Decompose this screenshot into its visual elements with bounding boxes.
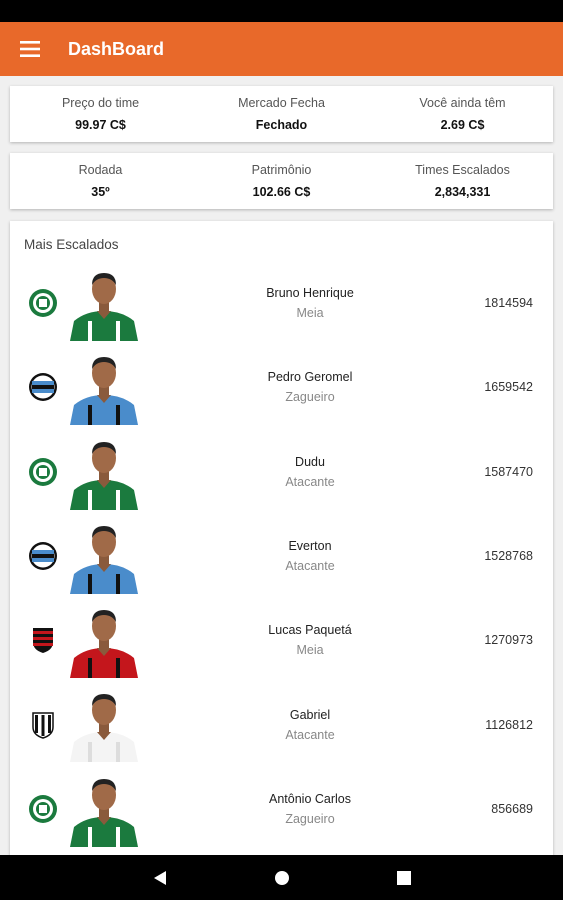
- player-photo: [66, 602, 142, 679]
- most-picked-card: Mais Escalados Bruno Henrique Meia 1814594…: [10, 221, 553, 861]
- player-info: Dudu Atacante: [200, 455, 420, 489]
- back-triangle-icon[interactable]: [148, 866, 172, 890]
- stat-value: 99.97 C$: [75, 118, 126, 132]
- player-position: Zagueiro: [285, 811, 335, 826]
- player-position: Atacante: [285, 559, 335, 574]
- player-row[interactable]: Gabriel Atacante 1126812: [10, 682, 553, 766]
- player-row[interactable]: Pedro Geromel Zagueiro 1659542: [10, 345, 553, 429]
- pick-count: 1587470: [484, 464, 533, 479]
- player-photo: [66, 771, 142, 847]
- player-photo: [66, 686, 142, 763]
- player-info: Lucas Paquetá Meia: [200, 623, 420, 657]
- player-info: Antônio Carlos Zagueiro: [200, 792, 420, 826]
- pick-count: 856689: [491, 801, 533, 816]
- stat-remaining: Você ainda têm 2.69 C$: [372, 86, 553, 142]
- stat-label: Você ainda têm: [419, 96, 506, 110]
- player-position: Meia: [296, 306, 324, 321]
- player-row[interactable]: Everton Atacante 1528768: [10, 514, 553, 598]
- stat-value: 102.66 C$: [252, 185, 311, 199]
- player-row[interactable]: Bruno Henrique Meia 1814594: [10, 261, 553, 345]
- stat-value: 2.69 C$: [440, 118, 485, 132]
- player-position: Meia: [296, 643, 324, 658]
- player-row[interactable]: Dudu Atacante 1587470: [10, 430, 553, 514]
- player-name: Bruno Henrique: [266, 286, 354, 301]
- player-info: Pedro Geromel Zagueiro: [200, 370, 420, 404]
- pick-count: 1270973: [484, 633, 533, 648]
- system-nav-bar: [0, 855, 563, 900]
- santos-crest-icon: [28, 710, 58, 740]
- player-photo: [66, 349, 142, 426]
- stat-value: 35º: [91, 185, 110, 199]
- status-bar: [0, 0, 563, 22]
- stats-card-2: Rodada 35º Patrimônio 102.66 C$ Times Es…: [10, 153, 553, 209]
- palmeiras-crest-icon: [28, 794, 58, 824]
- player-name: Antônio Carlos: [269, 791, 351, 806]
- pick-count: 1814594: [484, 296, 533, 311]
- app-bar: DashBoard: [0, 22, 563, 76]
- stats-card-1: Preço do time 99.97 C$ Mercado Fecha Fec…: [10, 86, 553, 142]
- stat-round: Rodada 35º: [10, 153, 191, 209]
- page-title: DashBoard: [68, 38, 165, 59]
- player-position: Zagueiro: [285, 390, 335, 405]
- stat-label: Times Escalados: [415, 163, 510, 177]
- player-position: Atacante: [285, 474, 335, 489]
- player-info: Everton Atacante: [200, 539, 420, 573]
- stat-label: Patrimônio: [251, 163, 312, 177]
- pick-count: 1528768: [484, 549, 533, 564]
- hamburger-menu-icon[interactable]: [0, 22, 60, 76]
- stat-label: Mercado Fecha: [238, 96, 325, 110]
- stat-value: Fechado: [255, 118, 308, 132]
- pick-count: 1659542: [484, 380, 533, 395]
- stat-market-close: Mercado Fecha Fechado: [191, 86, 372, 142]
- player-photo: [66, 265, 142, 341]
- player-position: Atacante: [285, 727, 335, 742]
- player-name: Gabriel: [289, 707, 331, 722]
- stat-patrimony: Patrimônio 102.66 C$: [191, 153, 372, 209]
- home-circle-icon[interactable]: [270, 866, 294, 890]
- section-title: Mais Escalados: [24, 237, 119, 252]
- recents-square-icon[interactable]: [392, 866, 416, 890]
- pick-count: 1126812: [485, 717, 533, 732]
- palmeiras-crest-icon: [28, 457, 58, 487]
- player-row[interactable]: Lucas Paquetá Meia 1270973: [10, 598, 553, 682]
- player-info: Gabriel Atacante: [200, 708, 420, 742]
- gremio-crest-icon: [28, 541, 58, 571]
- player-photo: [66, 518, 142, 594]
- player-photo: [66, 434, 142, 510]
- stat-label: Preço do time: [61, 96, 140, 110]
- stat-value: 2,834,331: [434, 185, 491, 199]
- stat-teams-picked: Times Escalados 2,834,331: [372, 153, 553, 209]
- player-info: Bruno Henrique Meia: [200, 286, 420, 320]
- flamengo-crest-icon: [28, 625, 58, 655]
- player-list: Bruno Henrique Meia 1814594 Pedro Geromel Za…: [10, 261, 553, 851]
- player-name: Lucas Paquetá: [268, 623, 352, 638]
- stat-label: Rodada: [78, 163, 123, 177]
- player-name: Everton: [288, 539, 332, 554]
- stat-team-price: Preço do time 99.97 C$: [10, 86, 191, 142]
- player-row[interactable]: Antônio Carlos Zagueiro 856689: [10, 767, 553, 851]
- player-name: Dudu: [295, 454, 325, 469]
- palmeiras-crest-icon: [28, 288, 58, 318]
- player-name: Pedro Geromel: [267, 370, 353, 385]
- gremio-crest-icon: [28, 372, 58, 402]
